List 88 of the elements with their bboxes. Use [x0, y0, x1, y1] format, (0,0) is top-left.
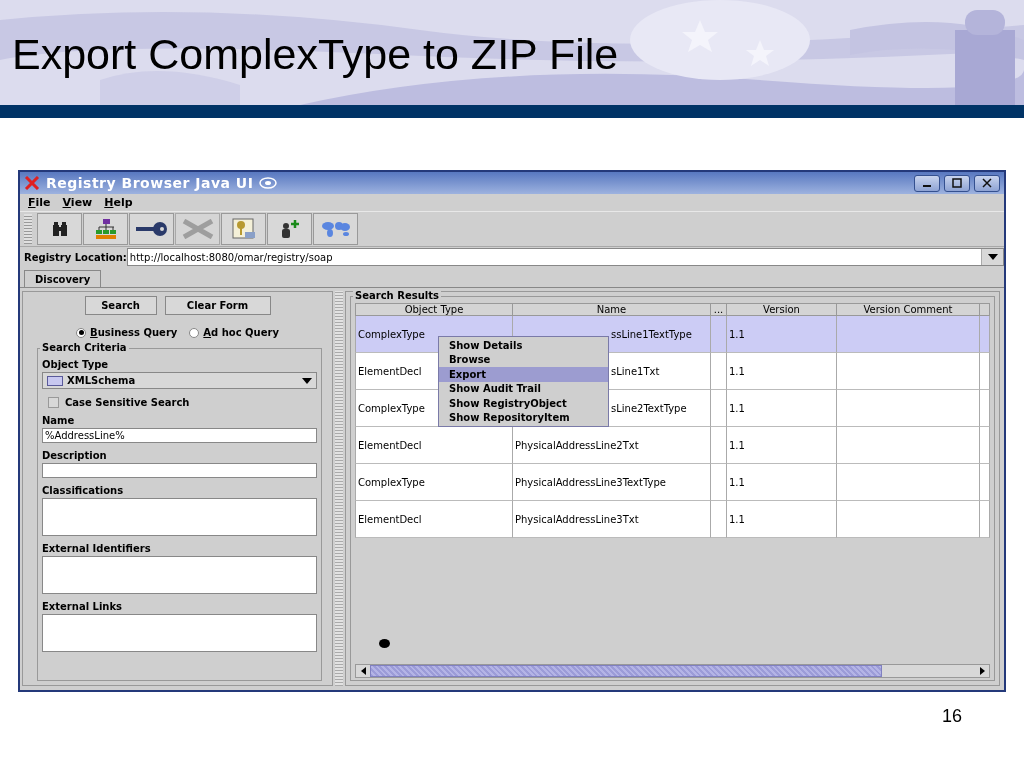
minimize-icon — [923, 185, 931, 187]
context-menu-item[interactable]: Export — [439, 367, 608, 382]
table-cell: ComplexType — [355, 464, 513, 501]
toolbar-button[interactable] — [83, 213, 128, 245]
hierarchy-icon — [94, 218, 117, 240]
form-button[interactable]: Clear Form — [164, 296, 271, 315]
checkbox[interactable] — [48, 397, 59, 408]
radio-button[interactable] — [189, 327, 200, 338]
form-button[interactable]: Search — [84, 296, 157, 315]
close-icon — [982, 178, 992, 188]
close-button[interactable] — [974, 174, 1000, 192]
table-cell: 1.1 — [727, 427, 837, 464]
key-document-icon — [231, 218, 256, 240]
table-cell — [711, 353, 727, 390]
folder-icon — [47, 375, 63, 386]
table-cell: PhysicalAddressLine2Txt — [513, 427, 711, 464]
horizontal-scrollbar[interactable] — [355, 664, 990, 678]
menu-item[interactable]: View — [58, 196, 97, 209]
table-cell — [711, 427, 727, 464]
bullet-mark — [379, 639, 390, 648]
table-cell — [980, 464, 990, 501]
table-cell: 1.1 — [727, 353, 837, 390]
column-header[interactable]: Version Comment — [837, 303, 980, 316]
table-cell: 1.1 — [727, 390, 837, 427]
table-cell: 1.1 — [727, 464, 837, 501]
field-label: Name — [42, 415, 76, 426]
object-type-combo[interactable]: XMLSchema — [42, 372, 318, 389]
caret-icon — [302, 377, 313, 384]
splitter-handle[interactable] — [335, 291, 343, 686]
table-cell: ElementDecl — [355, 427, 513, 464]
cross-logo-icon — [24, 176, 40, 190]
slide-title: Export ComplexType to ZIP File — [12, 30, 619, 79]
toolbar-button[interactable] — [37, 213, 82, 245]
table-cell: PhysicalAddressLine3TextType — [513, 464, 711, 501]
text-area[interactable] — [42, 556, 318, 594]
left-arrow-icon — [360, 667, 366, 675]
table-cell — [711, 390, 727, 427]
table-cell — [711, 464, 727, 501]
table-cell — [980, 501, 990, 538]
table-cell — [980, 390, 990, 427]
toolbar-grip[interactable] — [24, 214, 32, 244]
maximize-icon — [952, 178, 962, 188]
column-header[interactable]: Name — [513, 303, 711, 316]
text-area[interactable] — [42, 498, 318, 536]
group-title: Search Criteria — [40, 342, 129, 353]
column-header[interactable]: ... — [711, 303, 727, 316]
name-field[interactable]: %AddressLine% — [42, 428, 318, 443]
tab[interactable]: Discovery — [24, 270, 102, 287]
table-cell — [980, 353, 990, 390]
table-cell — [980, 427, 990, 464]
table-cell: 1.1 — [727, 316, 837, 353]
key-icon — [134, 221, 169, 237]
column-header[interactable]: Version — [727, 303, 837, 316]
table-cell — [711, 501, 727, 538]
maximize-button[interactable] — [944, 174, 970, 192]
description-field[interactable] — [42, 463, 318, 478]
dropdown-button[interactable] — [981, 249, 1003, 265]
right-arrow-icon — [979, 667, 985, 675]
toolbar-button[interactable] — [129, 213, 174, 245]
toolbar-button[interactable] — [267, 213, 312, 245]
field-label: External Identifiers — [42, 543, 152, 554]
field-label: Description — [42, 450, 108, 461]
cross-icon — [180, 219, 215, 239]
field-label: External Links — [42, 601, 124, 612]
column-header[interactable]: Object Type — [355, 303, 513, 316]
table-cell: ElementDecl — [355, 501, 513, 538]
caret-icon — [987, 254, 998, 260]
location-label: Registry Location: — [24, 251, 127, 263]
checkbox-label: Case Sensitive Search — [65, 397, 190, 408]
text-area[interactable] — [42, 614, 318, 652]
radio-label: Ad hoc Query — [203, 327, 279, 338]
table-cell: 1.1 — [727, 501, 837, 538]
radio-label: Business Query — [90, 327, 178, 338]
field-label: Classifications — [42, 485, 125, 496]
table-cell — [980, 316, 990, 353]
column-header[interactable] — [980, 303, 990, 316]
window-title: Registry Browser Java UI — [46, 175, 254, 191]
page-number: 16 — [941, 706, 962, 727]
menu-item[interactable]: File — [24, 196, 55, 209]
table-cell — [711, 316, 727, 353]
radio-button[interactable] — [76, 327, 87, 338]
field-label: Object Type — [42, 359, 110, 370]
world-map-icon — [320, 220, 351, 238]
binoculars-icon — [50, 220, 69, 238]
group-title: Search Results — [353, 290, 441, 301]
table-cell: PhysicalAddressLine3Txt — [513, 501, 711, 538]
menu-item[interactable]: Help — [100, 196, 137, 209]
minimize-button[interactable] — [914, 174, 940, 192]
